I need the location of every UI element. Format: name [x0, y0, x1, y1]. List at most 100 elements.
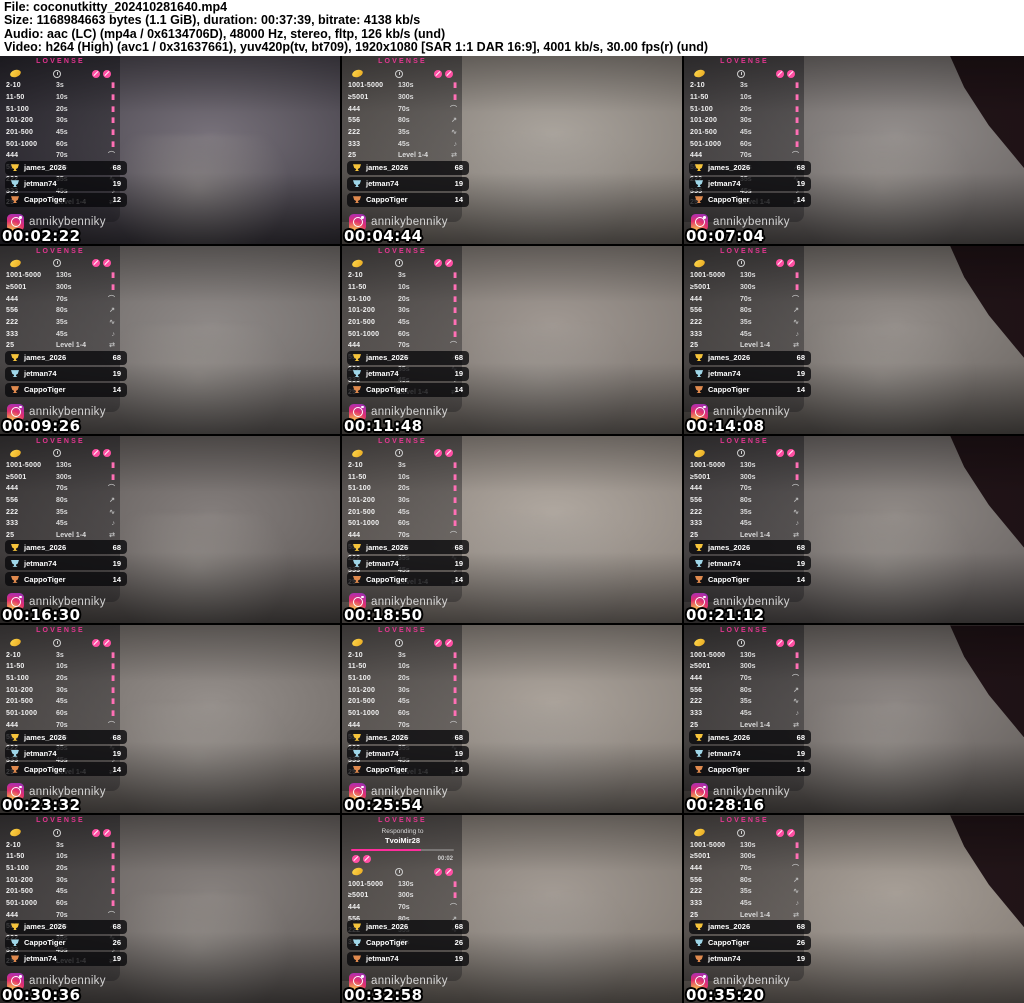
- tip-duration-value: 45s: [56, 129, 92, 136]
- tip-menu-row: 11-5010s▮: [6, 92, 115, 104]
- tip-amount-label: ≥5001: [348, 94, 398, 101]
- tip-menu-icon-row: [690, 67, 799, 80]
- tip-menu-row: 55680s↗: [690, 495, 799, 507]
- tip-duration-value: 70s: [398, 106, 434, 113]
- leaderboard-row: james_202668: [347, 540, 469, 554]
- trophy-icon: [695, 196, 703, 203]
- leaderboard-username: CappoTiger: [708, 938, 791, 947]
- vibration-intensity-icon: ▮: [453, 520, 457, 527]
- leaderboard-row: CappoTiger14: [689, 762, 811, 776]
- tip-amount-label: 444: [6, 485, 56, 492]
- leaderboard-score: 12: [113, 195, 121, 204]
- vibration-intensity-icon: ▮: [111, 94, 115, 101]
- vibration-pattern-icon: ⌒: [450, 342, 457, 349]
- tip-menu-icon-row: [6, 636, 115, 649]
- vibration-pattern-icon: ♪: [796, 520, 800, 527]
- leaderboard-username: jetman74: [708, 369, 791, 378]
- tipper-leaderboard: james_202668jetman7419CappoTiger14: [689, 540, 811, 586]
- vibration-pattern-icon: ⌒: [108, 912, 115, 919]
- tip-menu-row: 44470s ⌒: [690, 293, 799, 305]
- tip-duration-value: 70s: [56, 722, 92, 729]
- tip-duration-value: 20s: [398, 485, 434, 492]
- tip-menu-row: 51-10020s▮: [6, 863, 115, 875]
- vibration-intensity-icon: ▮: [795, 853, 799, 860]
- tip-amount-label: 444: [348, 722, 398, 729]
- vibration-intensity-icon: ▮: [453, 82, 457, 89]
- tip-amount-label: ≥5001: [690, 853, 740, 860]
- leaderboard-username: james_2026: [366, 922, 449, 931]
- tip-menu-row: ≥5001300s▮: [348, 890, 457, 902]
- tip-amount-label: 25: [690, 342, 740, 349]
- tip-amount-label: 201-500: [6, 129, 56, 136]
- lovense-brand-label: LOVENSE: [690, 817, 799, 826]
- tipper-leaderboard: james_202668jetman7419CappoTiger14: [347, 540, 469, 586]
- vibration-pattern-icon: ♪: [796, 331, 800, 338]
- vibration-intensity-icon: ▮: [453, 284, 457, 291]
- vibration-intensity-icon: ▮: [111, 129, 115, 136]
- tip-duration-value: 70s: [740, 296, 776, 303]
- vibration-intensity-icon: ▮: [111, 652, 115, 659]
- lovense-brand-label: LOVENSE: [690, 627, 799, 636]
- trophy-icon: [695, 164, 703, 171]
- tip-menu-row: 1001-5000130s▮: [690, 839, 799, 851]
- thumbnail-grid: LOVENSE 2-103s▮11-5010s▮51-10020s▮101-20…: [0, 56, 1024, 1003]
- leaderboard-row: james_202668: [5, 920, 127, 934]
- vibration-intensity-icon: ▮: [111, 82, 115, 89]
- tip-menu-row: 55680s↗: [6, 495, 115, 507]
- lovense-brand-label: LOVENSE: [6, 817, 115, 826]
- tip-duration-value: 30s: [398, 307, 434, 314]
- frame-timestamp: 00:14:08: [686, 417, 765, 434]
- vibration-pattern-icon: ∿: [109, 319, 115, 326]
- duration-clock-icon: [53, 829, 61, 837]
- leaderboard-username: jetman74: [708, 749, 791, 758]
- vibration-intensity-icon: ▮: [795, 474, 799, 481]
- tip-menu-row: 51-10020s▮: [348, 673, 457, 685]
- tipper-leaderboard: james_202668jetman7419CappoTiger14: [347, 161, 469, 207]
- leaderboard-username: CappoTiger: [24, 385, 107, 394]
- tip-amount-label: 2-10: [348, 272, 398, 279]
- leaderboard-row: jetman7419: [5, 746, 127, 760]
- tip-amount-label: 444: [690, 296, 740, 303]
- leaderboard-row: jetman7419: [347, 367, 469, 381]
- tip-duration-value: 300s: [398, 94, 434, 101]
- tip-amount-label: 2-10: [690, 82, 740, 89]
- tip-amount-label: 51-100: [6, 865, 56, 872]
- vibration-pattern-icon: ∿: [793, 888, 799, 895]
- vibration-pattern-icon: ⌒: [792, 296, 799, 303]
- vibration-intensity-icon: ▮: [111, 272, 115, 279]
- tip-menu-row: 1001-5000130s▮: [690, 460, 799, 472]
- leaderboard-username: CappoTiger: [24, 765, 107, 774]
- tip-duration-value: 130s: [740, 272, 776, 279]
- tip-menu-row: 501-100060s▮: [6, 898, 115, 910]
- token-coin-icon: [693, 68, 706, 78]
- tip-duration-value: Level 1-4: [740, 532, 776, 539]
- tip-duration-value: 3s: [398, 272, 434, 279]
- frame-timestamp: 00:04:44: [344, 227, 423, 244]
- tip-duration-value: 80s: [740, 687, 776, 694]
- no-photo-icon: [92, 70, 100, 78]
- lovense-brand-label: LOVENSE: [690, 58, 799, 67]
- vibration-pattern-icon: ♪: [796, 710, 800, 717]
- leaderboard-score: 14: [797, 195, 805, 204]
- tip-amount-label: 101-200: [348, 497, 398, 504]
- tip-amount-label: 2-10: [348, 652, 398, 659]
- tip-duration-value: 70s: [56, 296, 92, 303]
- trophy-icon: [353, 196, 361, 203]
- no-video-icon: [445, 70, 453, 78]
- vibration-intensity-icon: ▮: [453, 698, 457, 705]
- tip-duration-value: 130s: [740, 652, 776, 659]
- leaderboard-username: CappoTiger: [24, 575, 107, 584]
- tip-menu-row: 11-5010s▮: [690, 92, 799, 104]
- vibration-pattern-icon: ⇄: [109, 342, 115, 349]
- frame-timestamp: 00:23:32: [2, 796, 81, 813]
- tip-amount-label: ≥5001: [690, 284, 740, 291]
- leaderboard-row: jetman7419: [689, 746, 811, 760]
- vibration-intensity-icon: ▮: [453, 296, 457, 303]
- tip-amount-label: 501-1000: [348, 710, 398, 717]
- tip-menu-row: 2-103s▮: [348, 649, 457, 661]
- tip-duration-value: Level 1-4: [740, 912, 776, 919]
- leaderboard-username: CappoTiger: [366, 938, 449, 947]
- trophy-icon: [11, 734, 19, 741]
- tip-menu-row: 2-103s▮: [348, 460, 457, 472]
- tip-duration-value: 30s: [398, 687, 434, 694]
